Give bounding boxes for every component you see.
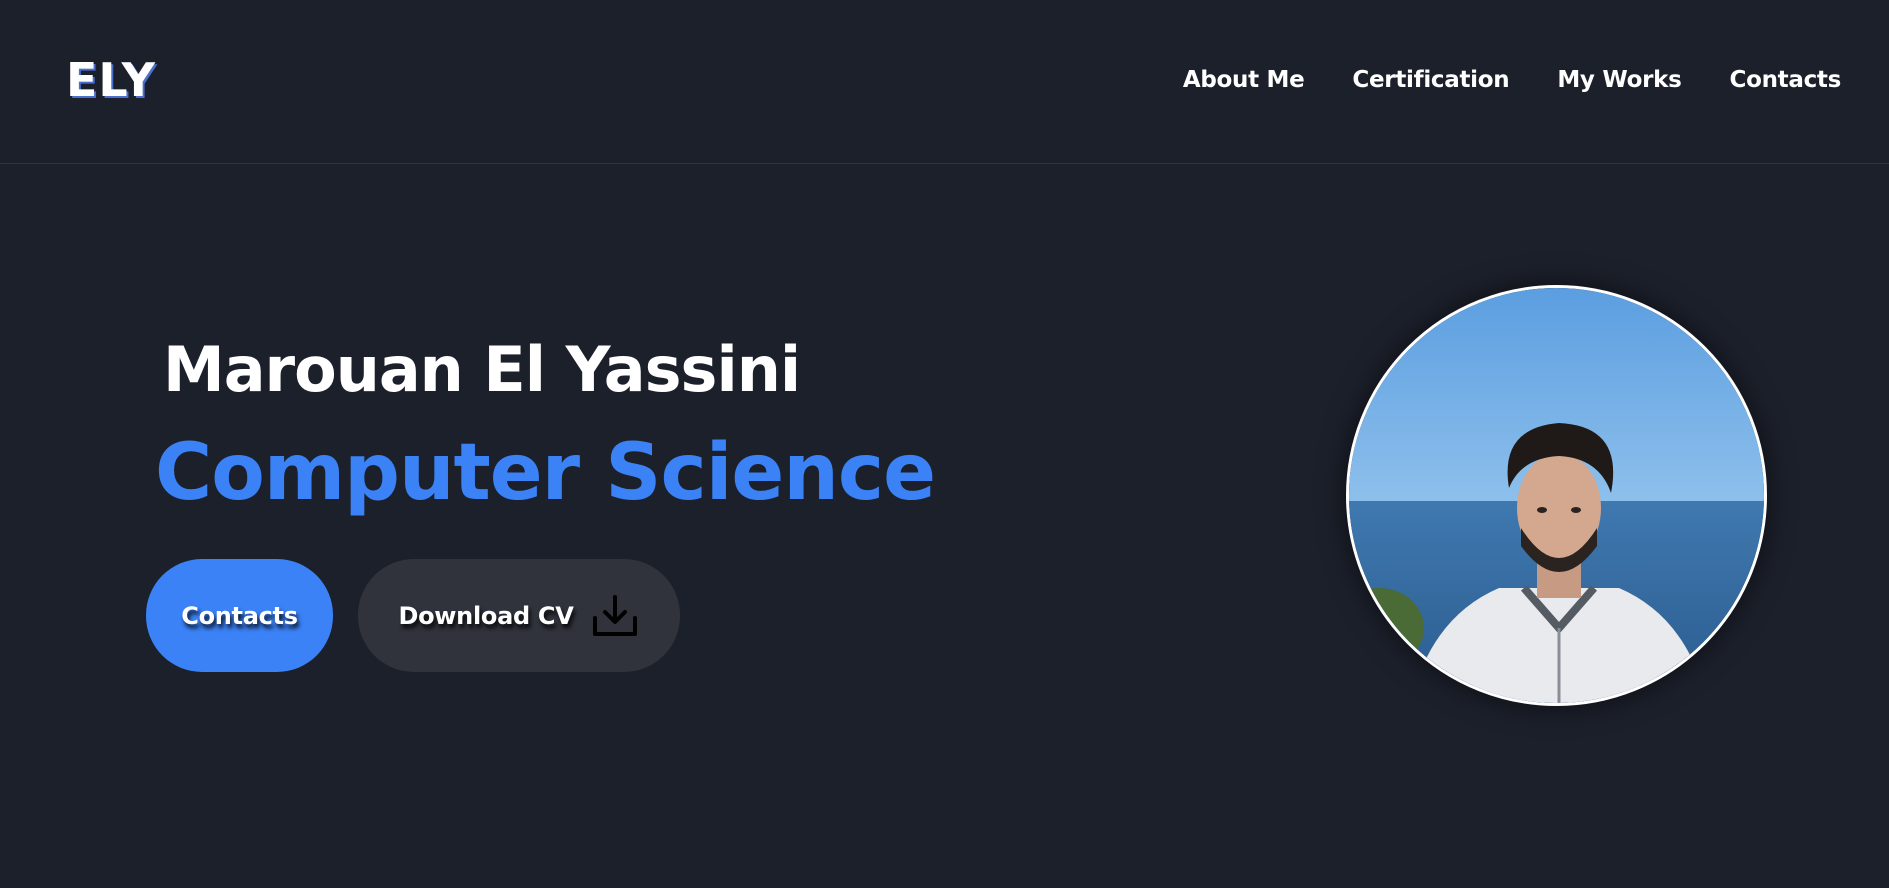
- download-cv-label: Download CV: [398, 601, 574, 630]
- contacts-button[interactable]: Contacts: [146, 559, 333, 672]
- hero-role: Computer Science: [155, 428, 936, 518]
- nav-link-certification[interactable]: Certification: [1352, 62, 1509, 98]
- site-header: ELY About Me Certification My Works Cont…: [0, 0, 1889, 164]
- main-nav: About Me Certification My Works Contacts: [1183, 62, 1841, 98]
- hero-name: Marouan El Yassini: [163, 333, 801, 406]
- nav-link-about-me[interactable]: About Me: [1183, 62, 1305, 98]
- nav-link-my-works[interactable]: My Works: [1557, 62, 1681, 98]
- contacts-button-label: Contacts: [181, 601, 298, 630]
- nav-link-contacts[interactable]: Contacts: [1730, 62, 1842, 98]
- download-cv-button[interactable]: Download CV: [358, 559, 680, 672]
- profile-photo: [1346, 285, 1767, 706]
- download-icon: [590, 594, 640, 638]
- site-logo[interactable]: ELY: [66, 50, 156, 110]
